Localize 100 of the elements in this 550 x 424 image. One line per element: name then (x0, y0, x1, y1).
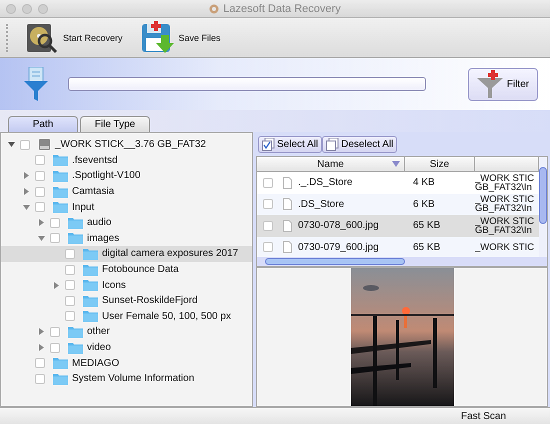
deselect-all-button[interactable]: Deselect All (322, 136, 398, 152)
folder-name[interactable]: video (87, 342, 111, 354)
file-path: _WORK STIC (475, 174, 534, 183)
folder-name[interactable]: audio (87, 217, 112, 228)
file-path: GB_FAT32\In (475, 182, 532, 192)
document-icon (283, 241, 292, 254)
folder-icon (68, 216, 83, 229)
folder-icon (83, 248, 98, 260)
checkbox[interactable] (65, 264, 75, 275)
tab[interactable]: File Type (80, 116, 150, 132)
folder-name[interactable]: Fotobounce Data (102, 264, 179, 276)
checkbox[interactable] (65, 248, 75, 259)
folder-name[interactable]: Icons (102, 280, 126, 291)
folder-name[interactable]: Sunset-RoskildeFjord (102, 295, 198, 306)
start-recovery-button[interactable]: Start Recovery (21, 20, 127, 54)
folder-icon (53, 372, 68, 385)
folder-icon (53, 170, 68, 182)
checkbox[interactable] (263, 242, 273, 252)
checkbox[interactable] (35, 358, 45, 368)
folder-icon (83, 294, 98, 307)
file-size: 65 KB (413, 220, 440, 232)
collapsed-arrow-icon[interactable] (22, 188, 30, 196)
select-all-button[interactable]: Select All (258, 136, 322, 152)
file-name: ._.DS_Store (298, 177, 352, 188)
filter-field[interactable] (68, 77, 426, 91)
folder-icon (68, 326, 83, 338)
vertical-scrollbar[interactable] (539, 157, 547, 257)
folder-name[interactable]: other (87, 326, 110, 338)
checkbox[interactable] (65, 296, 75, 306)
window-title: Lazesoft Data Recovery (223, 2, 341, 14)
collapsed-arrow-icon[interactable] (38, 328, 44, 336)
file-name: 0730-078_600.jpg (298, 220, 379, 232)
collapsed-arrow-icon[interactable] (38, 219, 44, 226)
horizontal-scrollbar[interactable] (256, 257, 548, 267)
checkbox[interactable] (65, 311, 75, 322)
folder-icon (83, 264, 98, 276)
column-header[interactable]: Size (405, 157, 475, 171)
folder-name[interactable]: _WORK STICK__3.76 GB_FAT32 (55, 139, 206, 150)
checkbox[interactable] (20, 140, 30, 150)
folder-name[interactable]: images (87, 232, 120, 244)
file-size: 65 KB (413, 242, 440, 253)
folder-name[interactable]: System Volume Information (72, 373, 194, 384)
folder-name[interactable]: User Female 50, 100, 500 px (102, 310, 231, 322)
checkbox[interactable] (50, 342, 60, 353)
folder-name[interactable]: MEDIAGO (72, 358, 120, 369)
folder-name[interactable]: Camtasia (72, 186, 114, 198)
expanded-arrow-icon[interactable] (38, 234, 44, 242)
folder-icon (53, 154, 68, 166)
collapsed-arrow-icon[interactable] (22, 172, 30, 180)
folder-icon (68, 232, 83, 244)
checkbox[interactable] (263, 178, 273, 188)
collapsed-arrow-icon[interactable] (52, 282, 60, 289)
expanded-arrow-icon[interactable] (8, 141, 14, 148)
file-path: GB_FAT32\In (475, 204, 532, 214)
folder-icon (53, 186, 68, 198)
folder-icon (53, 201, 68, 214)
folder-icon (53, 357, 68, 370)
folder-name[interactable]: Input (72, 202, 94, 213)
document-icon (283, 220, 292, 232)
folder-icon (83, 279, 98, 292)
checkbox[interactable] (263, 220, 273, 231)
checkbox[interactable] (50, 233, 60, 244)
checkbox[interactable] (35, 374, 45, 384)
folder-name[interactable]: .Spotlight-V100 (72, 170, 140, 182)
folder-icon (68, 342, 83, 354)
hard-drive-icon (38, 138, 51, 152)
checkbox[interactable] (35, 170, 45, 181)
checkbox[interactable] (35, 186, 45, 197)
funnel-document-icon (24, 67, 48, 101)
pages-icon (326, 138, 340, 150)
checkbox[interactable] (263, 199, 273, 210)
checkbox[interactable] (35, 202, 45, 212)
file-size: 6 KB (413, 198, 435, 210)
checked-pages-icon (262, 138, 275, 150)
file-path: _WORK STIC (475, 216, 534, 226)
column-header[interactable]: Name (257, 157, 405, 171)
file-size: 4 KB (413, 177, 435, 188)
file-name: 0730-079_600.jpg (298, 242, 379, 253)
document-icon (283, 198, 292, 210)
checkbox[interactable] (65, 280, 75, 290)
folder-icon (83, 310, 98, 322)
folder-name[interactable]: .fseventsd (72, 154, 118, 166)
floppy-disk-icon (140, 20, 175, 54)
collapsed-arrow-icon[interactable] (38, 344, 44, 352)
checkbox[interactable] (35, 155, 45, 166)
sort-caret-icon[interactable] (392, 161, 400, 167)
file-path: _WORK STIC (475, 195, 534, 204)
status-text: Fast Scan (461, 410, 506, 422)
file-path: GB_FAT32\In (475, 226, 532, 235)
file-path: _WORK STIC (475, 242, 534, 252)
filter-button[interactable]: Filter (468, 68, 538, 100)
app-icon (209, 4, 220, 14)
funnel-icon (476, 70, 503, 98)
document-icon (283, 176, 292, 189)
expanded-arrow-icon[interactable] (22, 204, 30, 211)
checkbox[interactable] (50, 326, 60, 337)
tab[interactable]: Path (8, 116, 78, 132)
file-name: .DS_Store (298, 198, 344, 210)
save-files-button[interactable]: Save Files (136, 20, 225, 54)
checkbox[interactable] (50, 218, 60, 228)
